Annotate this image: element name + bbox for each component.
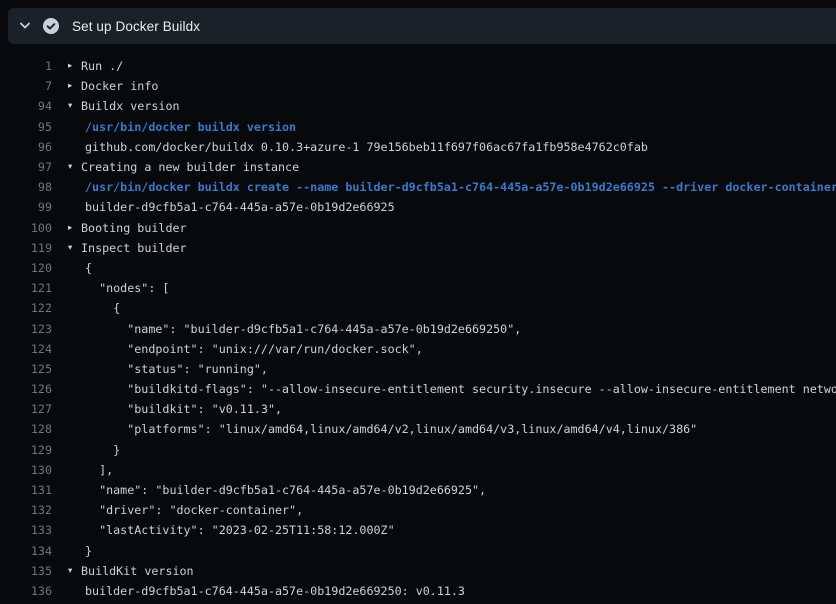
log-line-text: } <box>68 443 120 457</box>
triangle-expanded-icon[interactable]: ▾ <box>68 101 81 111</box>
line-number[interactable]: 94 <box>0 99 52 113</box>
line-number[interactable]: 125 <box>0 362 52 376</box>
log-line-text: ], <box>68 463 113 477</box>
log-line-text: "lastActivity": "2023-02-25T11:58:12.000… <box>68 523 395 537</box>
log-line-text: builder-d9cfb5a1-c764-445a-a57e-0b19d2e6… <box>68 200 395 214</box>
chevron-down-icon[interactable] <box>17 19 32 34</box>
log-line-text: "platforms": "linux/amd64,linux/amd64/v2… <box>68 422 697 436</box>
group-title[interactable]: Docker info <box>81 79 158 93</box>
triangle-collapsed-icon[interactable]: ▸ <box>68 223 81 233</box>
log-line: 124 "endpoint": "unix:///var/run/docker.… <box>0 339 836 359</box>
log-line-text: /usr/bin/docker buildx version <box>68 120 296 134</box>
log-line-text: } <box>68 544 92 558</box>
log-line[interactable]: 94 ▾ Buildx version <box>0 96 836 116</box>
log-line-text: /usr/bin/docker buildx create --name bui… <box>68 180 836 194</box>
line-number[interactable]: 127 <box>0 402 52 416</box>
line-number[interactable]: 131 <box>0 483 52 497</box>
line-number[interactable]: 123 <box>0 322 52 336</box>
log-line-text: "name": "builder-d9cfb5a1-c764-445a-a57e… <box>68 322 521 336</box>
log-line[interactable]: 97 ▾ Creating a new builder instance <box>0 157 836 177</box>
group-title[interactable]: Booting builder <box>81 221 187 235</box>
log-line-text: "endpoint": "unix:///var/run/docker.sock… <box>68 342 423 356</box>
log-line: 125 "status": "running", <box>0 359 836 379</box>
line-number[interactable]: 126 <box>0 382 52 396</box>
log-line: 126 "buildkitd-flags": "--allow-insecure… <box>0 379 836 399</box>
step-header[interactable]: Set up Docker Buildx <box>8 8 836 44</box>
check-circle-icon <box>43 18 59 34</box>
line-number[interactable]: 121 <box>0 281 52 295</box>
log-line[interactable]: 100 ▸ Booting builder <box>0 218 836 238</box>
log-line: 122 { <box>0 298 836 318</box>
log-line: 120 { <box>0 258 836 278</box>
log-line: 95 /usr/bin/docker buildx version <box>0 117 836 137</box>
log-line-text: { <box>68 301 120 315</box>
log-line: 96 github.com/docker/buildx 0.10.3+azure… <box>0 137 836 157</box>
line-number[interactable]: 135 <box>0 564 52 578</box>
log-line-text: builder-d9cfb5a1-c764-445a-a57e-0b19d2e6… <box>68 584 465 598</box>
log-line: 133 "lastActivity": "2023-02-25T11:58:12… <box>0 520 836 540</box>
line-number[interactable]: 130 <box>0 463 52 477</box>
triangle-expanded-icon[interactable]: ▾ <box>68 566 81 576</box>
log-line-text: "status": "running", <box>68 362 268 376</box>
log-line[interactable]: 1 ▸ Run ./ <box>0 56 836 76</box>
group-title[interactable]: Buildx version <box>81 99 180 113</box>
log-line-text: "nodes": [ <box>68 281 169 295</box>
line-number[interactable]: 122 <box>0 301 52 315</box>
line-number[interactable]: 136 <box>0 584 52 598</box>
log-line-text: { <box>68 261 92 275</box>
log-line: 132 "driver": "docker-container", <box>0 500 836 520</box>
log-line-text: github.com/docker/buildx 0.10.3+azure-1 … <box>68 140 648 154</box>
line-number[interactable]: 120 <box>0 261 52 275</box>
triangle-collapsed-icon[interactable]: ▸ <box>68 81 81 91</box>
log-line: 129 } <box>0 440 836 460</box>
step-title: Set up Docker Buildx <box>72 19 200 34</box>
group-title[interactable]: Creating a new builder instance <box>81 160 299 174</box>
log-line-text: "name": "builder-d9cfb5a1-c764-445a-a57e… <box>68 483 486 497</box>
line-number[interactable]: 96 <box>0 140 52 154</box>
line-number[interactable]: 99 <box>0 200 52 214</box>
log-line: 136 builder-d9cfb5a1-c764-445a-a57e-0b19… <box>0 581 836 601</box>
log-lines: 1 ▸ Run ./ 7 ▸ Docker info 94 ▾ Buildx v… <box>0 56 836 604</box>
log-line: 134 } <box>0 541 836 561</box>
log-line-text: "buildkit": "v0.11.3", <box>68 402 282 416</box>
line-number[interactable]: 124 <box>0 342 52 356</box>
line-number[interactable]: 132 <box>0 503 52 517</box>
line-number[interactable]: 97 <box>0 160 52 174</box>
group-title[interactable]: Run ./ <box>81 59 123 73</box>
log-line: 98 /usr/bin/docker buildx create --name … <box>0 177 836 197</box>
log-line: 131 "name": "builder-d9cfb5a1-c764-445a-… <box>0 480 836 500</box>
log-line[interactable]: 119 ▾ Inspect builder <box>0 238 836 258</box>
line-number[interactable]: 134 <box>0 544 52 558</box>
log-line: 128 "platforms": "linux/amd64,linux/amd6… <box>0 419 836 439</box>
log-line-text: "driver": "docker-container", <box>68 503 303 517</box>
group-title[interactable]: BuildKit version <box>81 564 194 578</box>
log-line: 99 builder-d9cfb5a1-c764-445a-a57e-0b19d… <box>0 197 836 217</box>
triangle-expanded-icon[interactable]: ▾ <box>68 243 81 253</box>
triangle-collapsed-icon[interactable]: ▸ <box>68 61 81 71</box>
triangle-expanded-icon[interactable]: ▾ <box>68 162 81 172</box>
log-line: 121 "nodes": [ <box>0 278 836 298</box>
line-number[interactable]: 128 <box>0 422 52 436</box>
log-line[interactable]: 135 ▾ BuildKit version <box>0 561 836 581</box>
log-line-text: "buildkitd-flags": "--allow-insecure-ent… <box>68 382 836 396</box>
log-line: 127 "buildkit": "v0.11.3", <box>0 399 836 419</box>
line-number[interactable]: 1 <box>0 59 52 73</box>
log-line: 130 ], <box>0 460 836 480</box>
line-number[interactable]: 100 <box>0 221 52 235</box>
log-line[interactable]: 7 ▸ Docker info <box>0 76 836 96</box>
group-title[interactable]: Inspect builder <box>81 241 187 255</box>
line-number[interactable]: 129 <box>0 443 52 457</box>
log-line: 123 "name": "builder-d9cfb5a1-c764-445a-… <box>0 318 836 338</box>
line-number[interactable]: 95 <box>0 120 52 134</box>
line-number[interactable]: 98 <box>0 180 52 194</box>
line-number[interactable]: 7 <box>0 79 52 93</box>
line-number[interactable]: 119 <box>0 241 52 255</box>
line-number[interactable]: 133 <box>0 523 52 537</box>
